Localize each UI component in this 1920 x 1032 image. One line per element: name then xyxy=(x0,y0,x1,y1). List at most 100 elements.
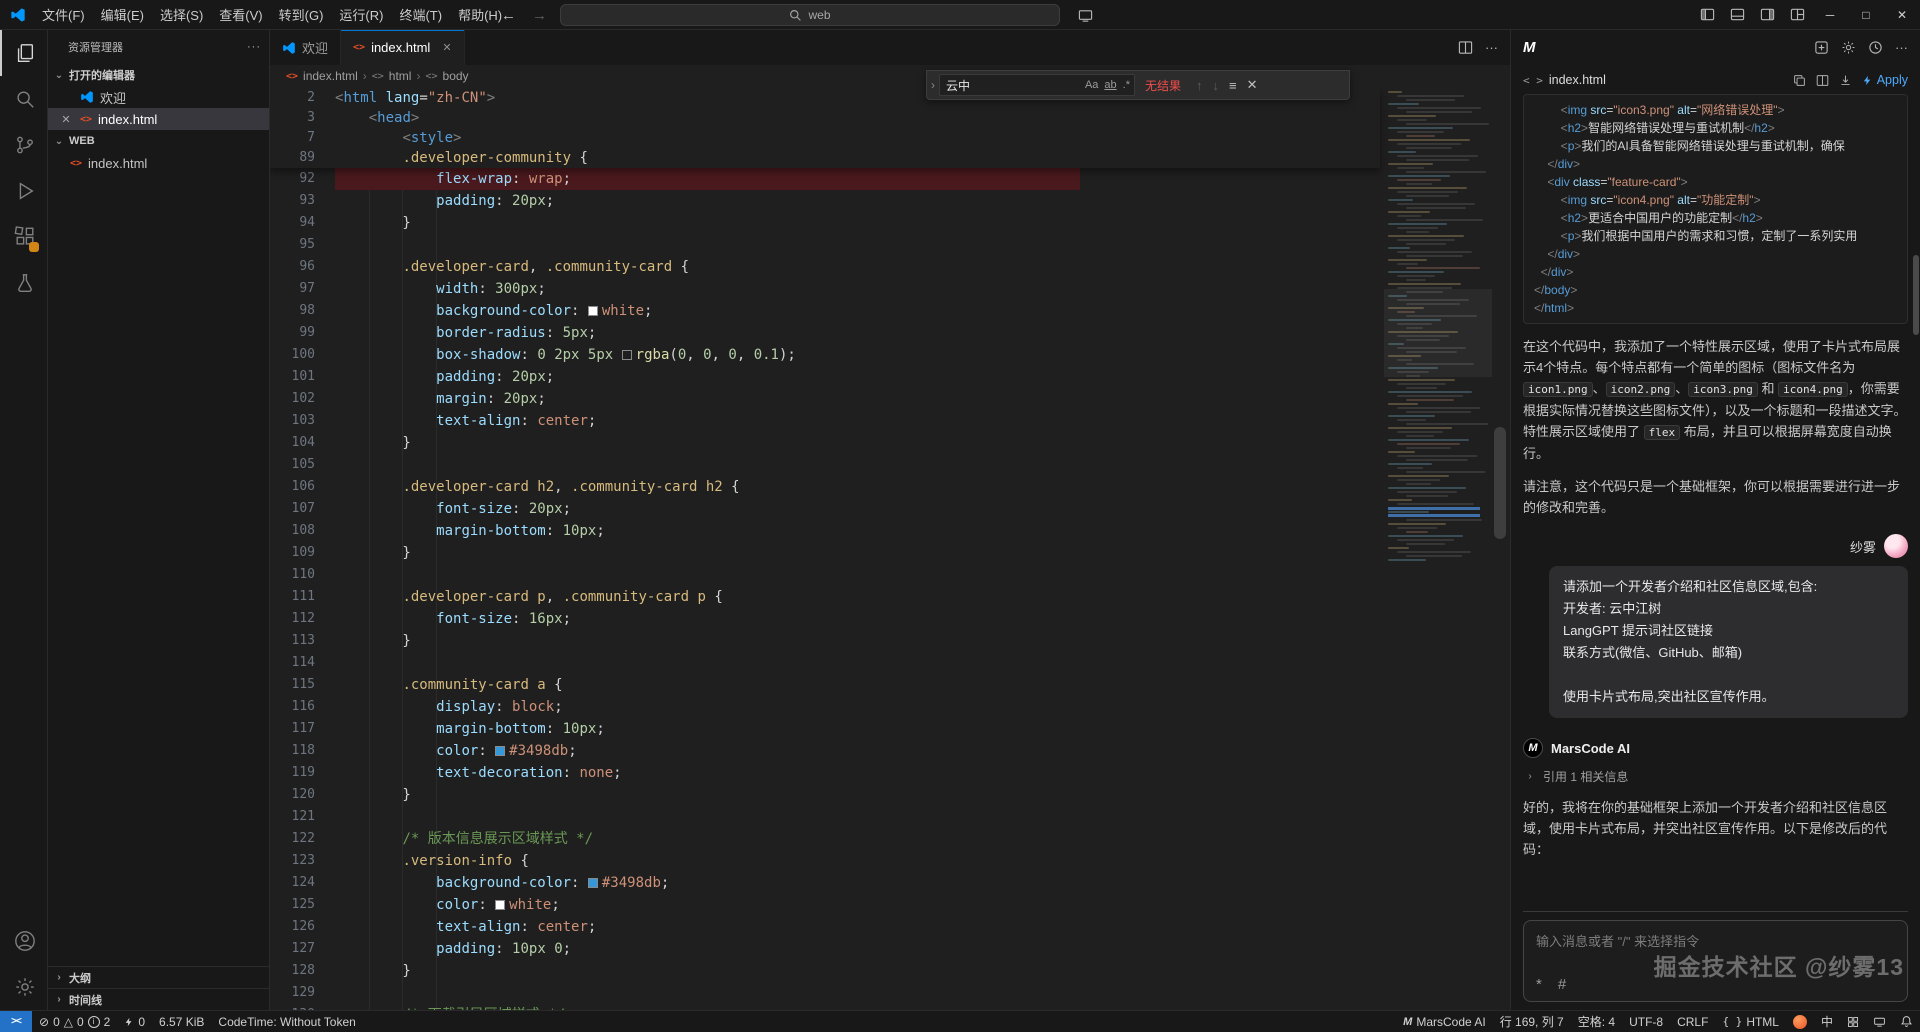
code-line[interactable]: 109 } xyxy=(270,542,1380,564)
close-icon[interactable]: ✕ xyxy=(442,41,451,54)
editor-scrollbar[interactable] xyxy=(1494,427,1506,539)
account-icon[interactable] xyxy=(0,918,47,964)
code-line[interactable]: 101 padding: 20px; xyxy=(270,366,1380,388)
copy-icon[interactable] xyxy=(1793,74,1806,87)
folder-web-header[interactable]: ⌄ WEB xyxy=(48,130,269,152)
code-line[interactable]: 111 .developer-card p, .community-card p… xyxy=(270,586,1380,608)
sticky-line[interactable]: 89 .developer-community { xyxy=(270,148,1380,168)
minimap[interactable] xyxy=(1384,87,1492,1010)
close-window-button[interactable]: ✕ xyxy=(1884,0,1920,29)
match-case-icon[interactable]: Aa xyxy=(1085,79,1098,91)
ai-chat-scroll[interactable]: < > index.html Apply <img src="icon3.png… xyxy=(1511,64,1920,911)
remote-indicator[interactable]: >< xyxy=(0,1011,32,1032)
search-sidebar-icon[interactable] xyxy=(0,76,47,122)
code-line[interactable]: 94 } xyxy=(270,212,1380,234)
code-line[interactable]: 123 .version-info { xyxy=(270,850,1380,872)
toggle-secondary-sidebar-icon[interactable] xyxy=(1752,0,1782,29)
context-hash-icon[interactable]: # xyxy=(1558,976,1566,993)
notifications-bell-icon[interactable] xyxy=(1893,1011,1920,1032)
code-line[interactable]: 116 display: block; xyxy=(270,696,1380,718)
extensions-icon[interactable] xyxy=(0,214,47,260)
code-line[interactable]: 102 margin: 20px; xyxy=(270,388,1380,410)
language-mode[interactable]: { }HTML xyxy=(1715,1011,1786,1032)
code-line[interactable]: 130 /* 下载引导区域样式 */ xyxy=(270,1004,1380,1010)
menu-item[interactable]: 编辑(E) xyxy=(93,1,152,28)
explorer-icon[interactable] xyxy=(0,30,47,76)
sticky-line[interactable]: 3 <head> xyxy=(270,108,1380,128)
problems-indicator[interactable]: ⊘0 △0 i2 xyxy=(32,1011,117,1032)
code-line[interactable]: 125 color: white; xyxy=(270,894,1380,916)
next-match-icon[interactable]: ↓ xyxy=(1208,78,1225,93)
code-line[interactable]: 115 .community-card a { xyxy=(270,674,1380,696)
code-line[interactable]: 93 padding: 20px; xyxy=(270,190,1380,212)
maximize-button[interactable]: □ xyxy=(1848,0,1884,29)
find-input[interactable]: 云中 Aa ab .* xyxy=(939,74,1135,96)
forward-icon[interactable]: → xyxy=(529,7,550,24)
code-line[interactable]: 98 background-color: white; xyxy=(270,300,1380,322)
open-editors-header[interactable]: ⌄ 打开的编辑器 xyxy=(48,64,269,86)
open-editor-index-html[interactable]: ✕ <> index.html xyxy=(48,108,269,130)
code-line[interactable]: 100 box-shadow: 0 2px 5px rgba(0, 0, 0, … xyxy=(270,344,1380,366)
zap-indicator[interactable]: 0 xyxy=(117,1011,152,1032)
code-line[interactable]: 127 padding: 10px 0; xyxy=(270,938,1380,960)
code-line[interactable]: 110 xyxy=(270,564,1380,586)
code-line[interactable]: 119 text-decoration: none; xyxy=(270,762,1380,784)
code-line[interactable]: 92 flex-wrap: wrap; xyxy=(270,168,1380,190)
code-line[interactable]: 112 font-size: 16px; xyxy=(270,608,1380,630)
close-icon[interactable]: ✕ xyxy=(1242,77,1263,93)
breadcrumb-file[interactable]: index.html xyxy=(303,69,358,83)
minimap-slider[interactable] xyxy=(1384,289,1492,377)
settings-gear-icon[interactable] xyxy=(1841,40,1856,55)
run-debug-icon[interactable] xyxy=(0,168,47,214)
toggle-panel-icon[interactable] xyxy=(1722,0,1752,29)
code-line[interactable]: 103 text-align: center; xyxy=(270,410,1380,432)
diff-icon[interactable] xyxy=(1816,74,1829,87)
menu-item[interactable]: 终端(T) xyxy=(391,1,450,28)
more-actions-icon[interactable]: ··· xyxy=(1895,40,1908,55)
more-actions-icon[interactable]: ··· xyxy=(1485,40,1498,55)
find-in-selection-icon[interactable]: ≡ xyxy=(1224,78,1242,93)
code-line[interactable]: 95 xyxy=(270,234,1380,256)
chat-input[interactable]: 输入消息或者 "/" 来选择指令 * # xyxy=(1523,920,1908,1002)
code-lines[interactable]: 92 flex-wrap: wrap;93 padding: 20px;94 }… xyxy=(270,168,1380,1010)
test-flask-icon[interactable] xyxy=(0,260,47,306)
code-line[interactable]: 106 .developer-card h2, .community-card … xyxy=(270,476,1380,498)
code-line[interactable]: 96 .developer-card, .community-card { xyxy=(270,256,1380,278)
tab-welcome[interactable]: 欢迎 xyxy=(270,30,341,65)
toggle-sidebar-icon[interactable] xyxy=(1692,0,1722,29)
code-line[interactable]: 117 margin-bottom: 10px; xyxy=(270,718,1380,740)
menu-item[interactable]: 运行(R) xyxy=(331,1,391,28)
history-icon[interactable] xyxy=(1868,40,1883,55)
minimize-button[interactable]: ─ xyxy=(1812,0,1848,29)
monitor-icon[interactable] xyxy=(1866,1011,1893,1032)
sticky-line[interactable]: 7 <style> xyxy=(270,128,1380,148)
back-icon[interactable]: ← xyxy=(498,7,519,24)
code-line[interactable]: 126 text-align: center; xyxy=(270,916,1380,938)
customize-layout-icon[interactable] xyxy=(1782,0,1812,29)
code-line[interactable]: 97 width: 300px; xyxy=(270,278,1380,300)
menu-item[interactable]: 转到(G) xyxy=(271,1,332,28)
code-line[interactable]: 107 font-size: 20px; xyxy=(270,498,1380,520)
command-icon[interactable]: * xyxy=(1536,976,1542,993)
menu-item[interactable]: 查看(V) xyxy=(211,1,270,28)
marscode-status[interactable]: MMarsCode AI xyxy=(1396,1011,1493,1032)
regex-icon[interactable]: .* xyxy=(1123,79,1130,91)
previous-match-icon[interactable]: ↑ xyxy=(1191,78,1208,93)
whole-word-icon[interactable]: ab xyxy=(1104,79,1116,91)
outline-header[interactable]: › 大纲 xyxy=(48,966,269,988)
menu-item[interactable]: 文件(F) xyxy=(34,1,93,28)
code-line[interactable]: 118 color: #3498db; xyxy=(270,740,1380,762)
apply-button[interactable]: Apply xyxy=(1862,73,1908,87)
toggle-replace-icon[interactable]: › xyxy=(927,78,939,92)
tab-index-html[interactable]: <> index.html ✕ xyxy=(341,30,465,65)
panel-scrollbar[interactable] xyxy=(1913,255,1919,335)
grid-icon[interactable] xyxy=(1840,1011,1866,1032)
source-control-icon[interactable] xyxy=(0,122,47,168)
settings-gear-icon[interactable] xyxy=(0,964,47,1010)
cursor-position[interactable]: 行 169, 列 7 xyxy=(1493,1011,1571,1032)
breadcrumb-body[interactable]: body xyxy=(443,69,469,83)
code-line[interactable]: 114 xyxy=(270,652,1380,674)
code-line[interactable]: 99 border-radius: 5px; xyxy=(270,322,1380,344)
file-size-indicator[interactable]: 6.57 KiB xyxy=(152,1011,211,1032)
code-line[interactable]: 105 xyxy=(270,454,1380,476)
